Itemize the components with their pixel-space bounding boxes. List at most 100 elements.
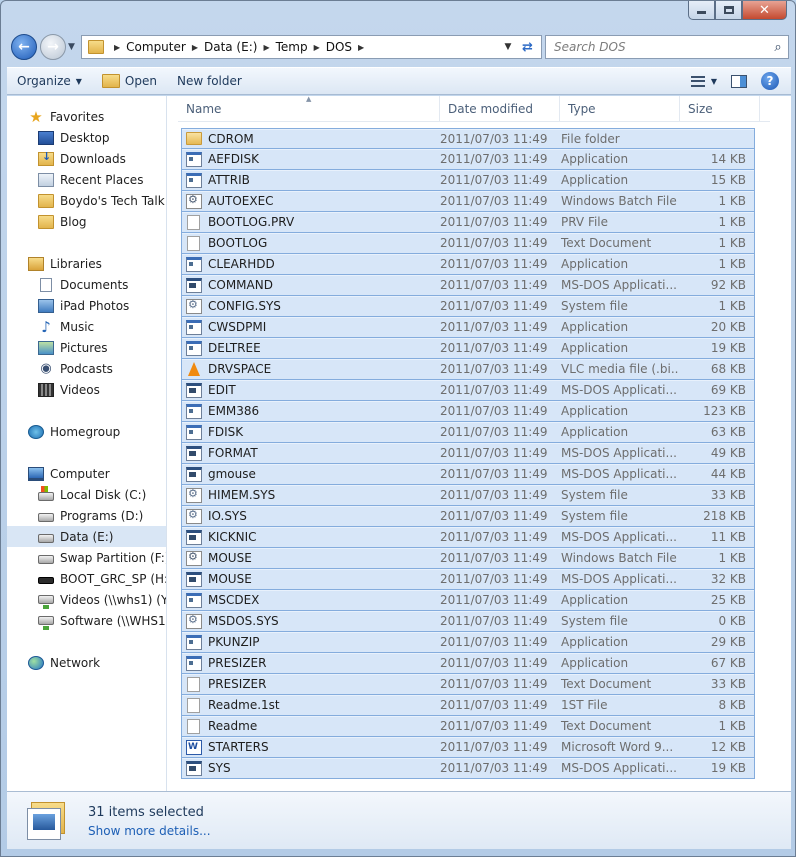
search-icon[interactable]: ⌕ — [768, 40, 788, 55]
file-name-cell: HIMEM.SYS — [182, 487, 440, 503]
nav-swap-partition-f[interactable]: Swap Partition (F:) — [7, 547, 166, 568]
new-folder-button[interactable]: New folder — [167, 68, 252, 94]
nav-podcasts[interactable]: ◉ Podcasts — [7, 358, 166, 379]
column-header-size[interactable]: Size — [680, 96, 760, 122]
breadcrumb-chevron-icon[interactable]: ▶ — [108, 43, 126, 52]
file-row[interactable]: MSDOS.SYS 2011/07/03 11:49 System file 0 KB — [181, 611, 755, 632]
file-row[interactable]: MOUSE 2011/07/03 11:49 Windows Batch File 1… — [181, 548, 755, 569]
file-row[interactable]: BOOTLOG 2011/07/03 11:49 Text Document 1 KB — [181, 233, 755, 254]
refresh-button[interactable]: ⇄ — [514, 35, 542, 59]
folder-icon — [186, 132, 202, 145]
file-row[interactable]: EDIT 2011/07/03 11:49 MS-DOS Applicati... 6… — [181, 380, 755, 401]
column-header-type[interactable]: Type — [560, 96, 680, 122]
file-row[interactable]: BOOTLOG.PRV 2011/07/03 11:49 PRV File 1 KB — [181, 212, 755, 233]
computer-icon — [28, 466, 44, 481]
nav-blog[interactable]: Blog — [7, 211, 166, 232]
breadcrumb-chevron-icon[interactable]: ▶ — [308, 43, 326, 52]
file-row[interactable]: SYS 2011/07/03 11:49 MS-DOS Applicati... 19… — [181, 758, 755, 779]
nav-desktop[interactable]: Desktop — [7, 127, 166, 148]
nav-computer[interactable]: Computer — [7, 463, 166, 484]
column-headers: ▲ Name Date modified Type Size — [178, 95, 770, 122]
search-input[interactable]: Search DOS — [546, 40, 768, 54]
file-size: 69 KB — [710, 383, 746, 397]
file-row[interactable]: PRESIZER 2011/07/03 11:49 Text Document 33 … — [181, 674, 755, 695]
breadcrumb-chevron-icon[interactable]: ▶ — [257, 43, 275, 52]
search-box[interactable]: Search DOS ⌕ — [545, 35, 789, 59]
file-name-cell: Readme — [182, 718, 440, 734]
organize-button[interactable]: Organize ▼ — [7, 68, 92, 94]
file-type: System file — [561, 488, 628, 502]
file-row[interactable]: CWSDPMI 2011/07/03 11:49 Application 20 KB — [181, 317, 755, 338]
file-row[interactable]: gmouse 2011/07/03 11:49 MS-DOS Applicati..… — [181, 464, 755, 485]
nav-programs-d[interactable]: Programs (D:) — [7, 505, 166, 526]
column-header-date-modified[interactable]: Date modified — [440, 96, 560, 122]
file-row[interactable]: Readme 2011/07/03 11:49 Text Document 1 KB — [181, 716, 755, 737]
podcast-icon: ◉ — [40, 360, 52, 376]
file-row[interactable]: HIMEM.SYS 2011/07/03 11:49 System file 33 K… — [181, 485, 755, 506]
file-row[interactable]: MSCDEX 2011/07/03 11:49 Application 25 KB — [181, 590, 755, 611]
file-row[interactable]: DRVSPACE 2011/07/03 11:49 VLC media file (… — [181, 359, 755, 380]
nav-boot-grc-sp-h[interactable]: BOOT_GRC_SP (H:) — [7, 568, 166, 589]
file-row[interactable]: COMMAND 2011/07/03 11:49 MS-DOS Applicati.… — [181, 275, 755, 296]
breadcrumb-temp[interactable]: Temp — [276, 40, 308, 54]
nav-documents[interactable]: Documents — [7, 274, 166, 295]
nav-pictures[interactable]: Pictures — [7, 337, 166, 358]
file-row[interactable]: KICKNIC 2011/07/03 11:49 MS-DOS Applicati.… — [181, 527, 755, 548]
nav-downloads[interactable]: Downloads — [7, 148, 166, 169]
file-row[interactable]: AUTOEXEC 2011/07/03 11:49 Windows Batch Fi… — [181, 191, 755, 212]
nav-ipad-photos[interactable]: iPad Photos — [7, 295, 166, 316]
file-row[interactable]: EMM386 2011/07/03 11:49 Application 123 KB — [181, 401, 755, 422]
open-button[interactable]: Open — [92, 68, 167, 94]
breadcrumb-chevron-icon[interactable]: ▶ — [186, 43, 204, 52]
breadcrumb-data-drive[interactable]: Data (E:) — [204, 40, 257, 54]
change-view-icon[interactable] — [690, 75, 705, 87]
file-row[interactable]: Readme.1st 2011/07/03 11:49 1ST File 8 KB — [181, 695, 755, 716]
application-icon — [186, 340, 202, 356]
nav-videos[interactable]: Videos — [7, 379, 166, 400]
file-row[interactable]: PKUNZIP 2011/07/03 11:49 Application 29 KB — [181, 632, 755, 653]
maximize-button[interactable] — [715, 1, 742, 20]
recent-pages-dropdown[interactable]: ▼ — [68, 42, 78, 52]
file-row[interactable]: AEFDISK 2011/07/03 11:49 Application 14 KB — [181, 149, 755, 170]
breadcrumb-computer[interactable]: Computer — [126, 40, 186, 54]
show-more-details-link[interactable]: Show more details... — [88, 824, 211, 838]
file-row[interactable]: STARTERS 2011/07/03 11:49 Microsoft Word 9… — [181, 737, 755, 758]
breadcrumb-chevron-icon[interactable]: ▶ — [352, 43, 370, 52]
nav-favorites[interactable]: ★ Favorites — [7, 106, 166, 127]
nav-data-e[interactable]: Data (E:) — [7, 526, 166, 547]
view-options-dropdown-icon[interactable]: ▼ — [711, 77, 717, 86]
folder-icon — [38, 193, 54, 208]
back-button[interactable]: ← — [11, 34, 37, 60]
nav-music[interactable]: ♪ Music — [7, 316, 166, 337]
file-row[interactable]: CLEARHDD 2011/07/03 11:49 Application 1 KB — [181, 254, 755, 275]
nav-boydos-tech-talk[interactable]: Boydo's Tech Talk B — [7, 190, 166, 211]
file-row[interactable]: CONFIG.SYS 2011/07/03 11:49 System file 1 K… — [181, 296, 755, 317]
breadcrumb-dos[interactable]: DOS — [326, 40, 352, 54]
nav-recent-places[interactable]: Recent Places — [7, 169, 166, 190]
nav-homegroup[interactable]: Homegroup — [7, 421, 166, 442]
file-list-pane[interactable]: ▲ Name Date modified Type Size CDROM 2011… — [168, 95, 791, 791]
nav-local-disk-c[interactable]: Local Disk (C:) — [7, 484, 166, 505]
preview-pane-icon[interactable] — [731, 74, 747, 88]
nav-software-whs1[interactable]: Software (\\WHS1) ( — [7, 610, 166, 631]
nav-libraries[interactable]: Libraries — [7, 253, 166, 274]
minimize-button[interactable] — [688, 1, 715, 20]
navigation-pane[interactable]: ★ Favorites Desktop Downloads Recent Pla… — [7, 96, 167, 791]
nav-network[interactable]: Network — [7, 652, 166, 673]
column-header-name[interactable]: ▲ Name — [178, 95, 440, 122]
file-row[interactable]: MOUSE 2011/07/03 11:49 MS-DOS Applicati...… — [181, 569, 755, 590]
file-row[interactable]: DELTREE 2011/07/03 11:49 Application 19 KB — [181, 338, 755, 359]
address-bar[interactable]: ▶ Computer ▶ Data (E:) ▶ Temp ▶ DOS ▶ ▼ — [81, 35, 517, 59]
file-row[interactable]: IO.SYS 2011/07/03 11:49 System file 218 KB — [181, 506, 755, 527]
file-row[interactable]: CDROM 2011/07/03 11:49 File folder — [181, 128, 755, 149]
file-row[interactable]: PRESIZER 2011/07/03 11:49 Application 67 KB — [181, 653, 755, 674]
file-date: 2011/07/03 11:49 — [440, 572, 548, 586]
forward-button[interactable]: → — [40, 34, 66, 60]
file-row[interactable]: FORMAT 2011/07/03 11:49 MS-DOS Applicati..… — [181, 443, 755, 464]
nav-videos-whs1-y[interactable]: Videos (\\whs1) (Y:) — [7, 589, 166, 610]
help-icon[interactable]: ? — [761, 72, 779, 90]
file-row[interactable]: FDISK 2011/07/03 11:49 Application 63 KB — [181, 422, 755, 443]
file-row[interactable]: ATTRIB 2011/07/03 11:49 Application 15 KB — [181, 170, 755, 191]
close-button[interactable]: ✕ — [742, 1, 787, 20]
file-size: 218 KB — [703, 509, 746, 523]
